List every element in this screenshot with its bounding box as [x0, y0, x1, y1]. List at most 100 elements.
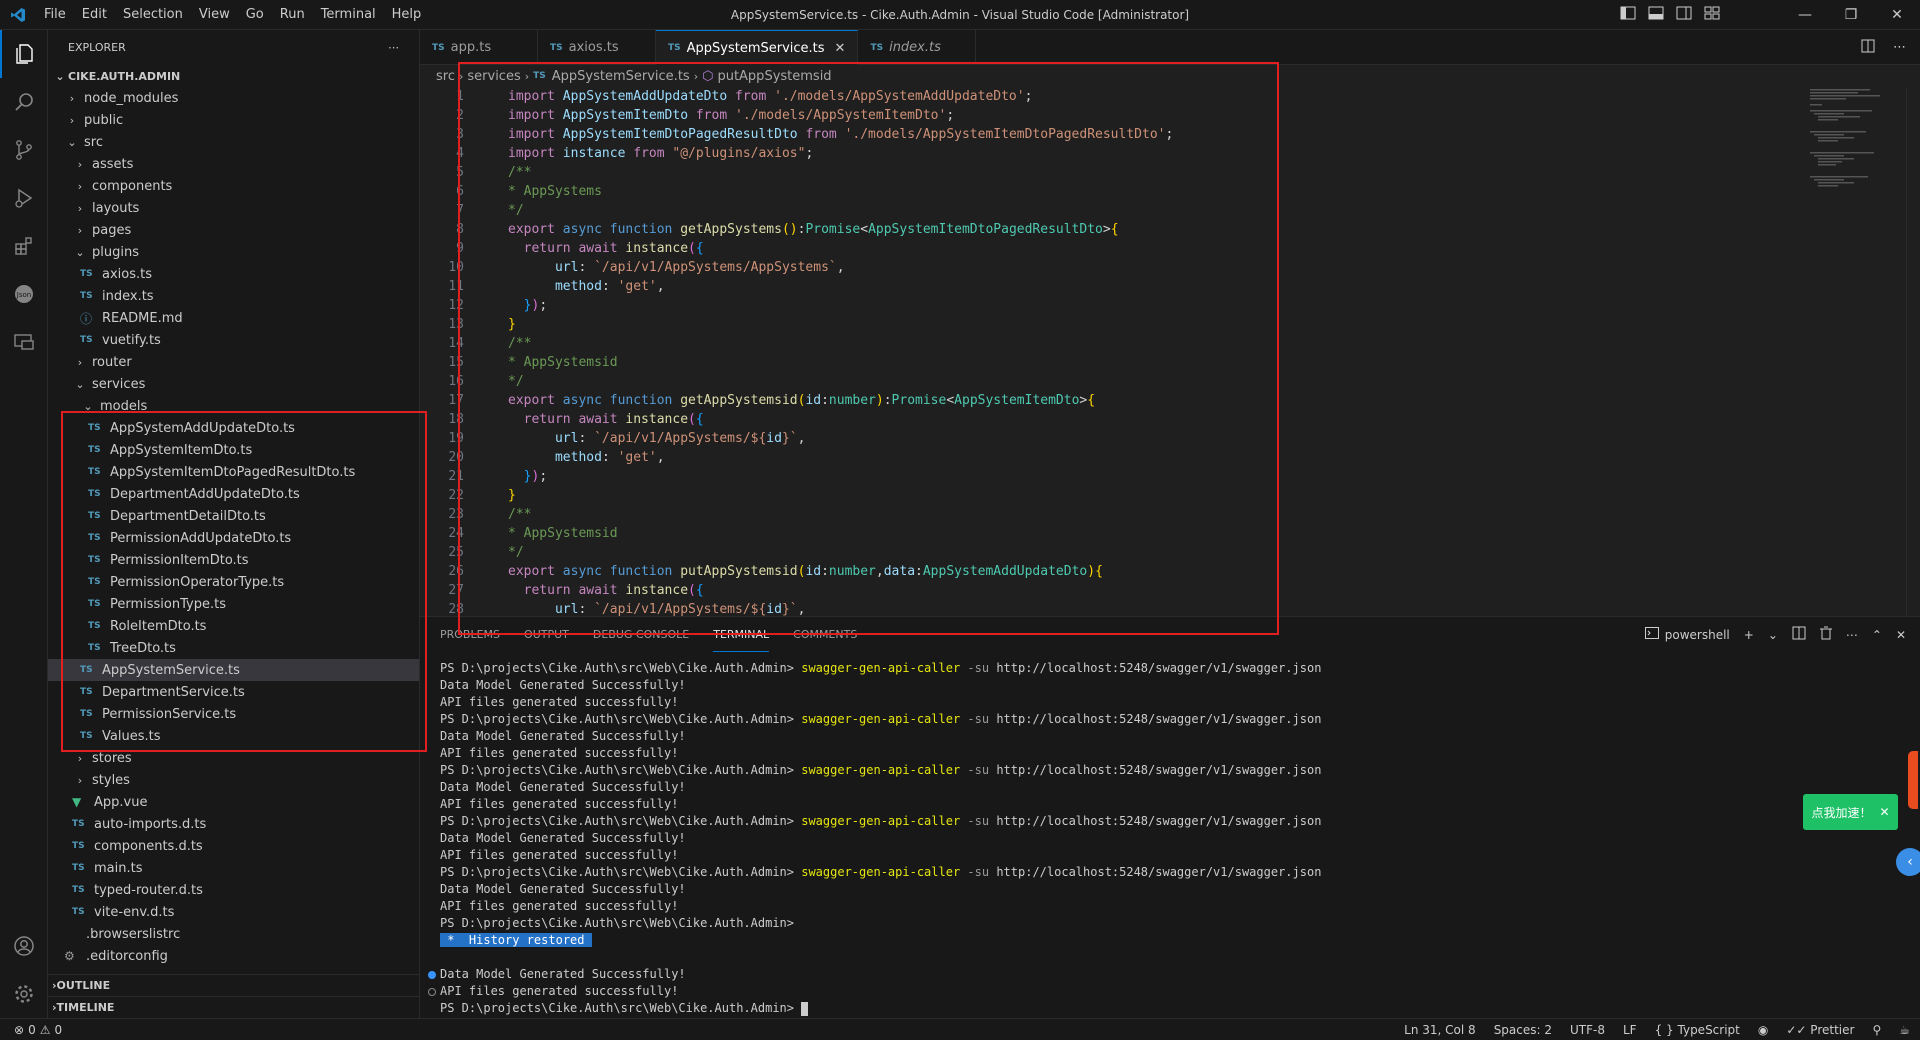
more-actions-icon[interactable]: ⋯ [388, 41, 399, 54]
folder-item[interactable]: ⌄ services [48, 373, 419, 395]
end-of-line[interactable]: LF [1623, 1023, 1637, 1037]
outline-section[interactable]: › OUTLINE [48, 974, 419, 996]
toggle-sidebar-icon[interactable] [1620, 6, 1636, 24]
breadcrumb-symbol[interactable]: putAppSystemsid [717, 69, 831, 84]
panel-tab-terminal[interactable]: TERMINAL [713, 617, 770, 652]
menu-selection[interactable]: Selection [115, 0, 191, 30]
breadcrumb-services[interactable]: services [467, 69, 520, 84]
search-icon[interactable] [0, 78, 48, 126]
terminal-output[interactable]: PS D:\projects\Cike.Auth\src\Web\Cike.Au… [428, 660, 1880, 1017]
split-editor-icon[interactable] [1861, 39, 1875, 57]
account-icon[interactable] [0, 922, 48, 970]
folder-item[interactable]: › router [48, 351, 419, 373]
file-item[interactable]: TS DepartmentAddUpdateDto.ts [48, 483, 419, 505]
file-item[interactable]: TS RoleItemDto.ts [48, 615, 419, 637]
folder-item[interactable]: › styles [48, 769, 419, 791]
notifications-bell-icon[interactable]: ☕ [1899, 1023, 1910, 1037]
language-mode[interactable]: { } TypeScript [1655, 1023, 1740, 1037]
file-item[interactable]: ⚙ .editorconfig [48, 945, 419, 967]
menu-terminal[interactable]: Terminal [313, 0, 384, 30]
panel-tab-debug-console[interactable]: DEBUG CONSOLE [593, 617, 689, 652]
close-panel-icon[interactable]: ✕ [1896, 628, 1906, 642]
file-item[interactable]: TS DepartmentDetailDto.ts [48, 505, 419, 527]
file-item[interactable]: TS main.ts [48, 857, 419, 879]
file-item[interactable]: TS typed-router.d.ts [48, 879, 419, 901]
tab-axios-ts[interactable]: TS axios.ts [538, 30, 656, 65]
tab-appsystemservice-ts[interactable]: TS AppSystemService.ts ✕ [656, 30, 859, 65]
settings-gear-icon[interactable] [0, 970, 48, 1018]
menu-edit[interactable]: Edit [74, 0, 115, 30]
menu-view[interactable]: View [191, 0, 238, 30]
remote-explorer-icon[interactable] [0, 318, 48, 366]
new-terminal-icon[interactable]: + [1744, 628, 1754, 642]
minimap[interactable] [1810, 87, 1906, 207]
customize-layout-icon[interactable] [1704, 6, 1720, 24]
shell-name[interactable]: powershell [1665, 628, 1730, 642]
feedback-icon[interactable]: ⚲ [1872, 1023, 1881, 1037]
indentation[interactable]: Spaces: 2 [1494, 1023, 1552, 1037]
folder-item[interactable]: ⌄ src [48, 131, 419, 153]
menu-file[interactable]: File [36, 0, 74, 30]
vscode-logo-icon[interactable] [0, 0, 36, 30]
panel-tab-problems[interactable]: PROBLEMS [440, 617, 500, 652]
cursor-position[interactable]: Ln 31, Col 8 [1404, 1023, 1476, 1037]
prettier-status[interactable]: ✓✓ Prettier [1786, 1023, 1854, 1037]
file-item[interactable]: TS TreeDto.ts [48, 637, 419, 659]
explorer-icon[interactable] [0, 30, 48, 78]
folder-item[interactable]: ⌄ models [48, 395, 419, 417]
file-item[interactable]: TS vuetify.ts [48, 329, 419, 351]
panel-tab-output[interactable]: OUTPUT [524, 617, 569, 652]
code-editor[interactable]: 1 import AppSystemAddUpdateDto from './mo… [420, 87, 1920, 616]
problems-indicator[interactable]: ⊗ 0 ⚠ 0 [0, 1023, 62, 1037]
maximize-panel-icon[interactable]: ⌃ [1872, 628, 1882, 642]
file-item[interactable]: TS PermissionItemDto.ts [48, 549, 419, 571]
file-item[interactable]: TS PermissionOperatorType.ts [48, 571, 419, 593]
collapse-arrow-icon[interactable]: ‹ [1896, 848, 1920, 876]
restore-icon[interactable]: ❐ [1828, 0, 1874, 30]
folder-item[interactable]: › layouts [48, 197, 419, 219]
encoding[interactable]: UTF-8 [1570, 1023, 1605, 1037]
panel-tab-comments[interactable]: COMMENTS [793, 617, 857, 652]
toggle-panel-icon[interactable] [1648, 6, 1664, 24]
menu-help[interactable]: Help [384, 0, 430, 30]
menu-run[interactable]: Run [272, 0, 313, 30]
breadcrumb-src[interactable]: src [436, 69, 455, 84]
file-item[interactable]: TS AppSystemItemDto.ts [48, 439, 419, 461]
file-item[interactable]: ⓘ README.md [48, 307, 419, 329]
folder-item[interactable]: › node_modules [48, 87, 419, 109]
file-item[interactable]: TS auto-imports.d.ts [48, 813, 419, 835]
extensions-icon[interactable] [0, 222, 48, 270]
breadcrumb-file[interactable]: AppSystemService.ts [552, 69, 690, 84]
editor-scrollbar[interactable] [1906, 87, 1920, 616]
file-item[interactable]: .browserslistrc [48, 923, 419, 945]
close-tab-icon[interactable]: ✕ [835, 41, 846, 56]
timeline-section[interactable]: › TIMELINE [48, 996, 419, 1018]
copilot-icon[interactable]: ◉ [1758, 1023, 1768, 1037]
tab-index-ts[interactable]: TS index.ts [858, 30, 977, 65]
chevron-down-icon[interactable]: ⌄ [1768, 628, 1778, 642]
split-terminal-icon[interactable] [1792, 626, 1806, 643]
minimize-icon[interactable]: — [1782, 0, 1828, 30]
file-item[interactable]: TS PermissionService.ts [48, 703, 419, 725]
accelerate-button[interactable]: 点我加速！ ✕ [1803, 794, 1898, 830]
tab-app-ts[interactable]: TS app.ts [420, 30, 538, 65]
file-item[interactable]: TS AppSystemAddUpdateDto.ts [48, 417, 419, 439]
source-control-icon[interactable] [0, 126, 48, 174]
folder-item[interactable]: › public [48, 109, 419, 131]
folder-item[interactable]: › stores [48, 747, 419, 769]
file-item[interactable]: TS index.ts [48, 285, 419, 307]
more-actions-icon[interactable]: ⋯ [1893, 40, 1906, 55]
file-item[interactable]: TS components.d.ts [48, 835, 419, 857]
folder-item[interactable]: › pages [48, 219, 419, 241]
menu-go[interactable]: Go [238, 0, 272, 30]
folder-item[interactable]: › assets [48, 153, 419, 175]
close-icon[interactable]: ✕ [1879, 805, 1889, 819]
run-debug-icon[interactable] [0, 174, 48, 222]
toggle-secondary-sidebar-icon[interactable] [1676, 6, 1692, 24]
folder-item[interactable]: › components [48, 175, 419, 197]
file-item[interactable]: TS AppSystemService.ts [48, 659, 419, 681]
command-decoration-icon[interactable] [428, 988, 436, 996]
file-item[interactable]: TS DepartmentService.ts [48, 681, 419, 703]
workspace-root[interactable]: ⌄ CIKE.AUTH.ADMIN [48, 65, 419, 87]
json-icon[interactable]: Json [0, 270, 48, 318]
